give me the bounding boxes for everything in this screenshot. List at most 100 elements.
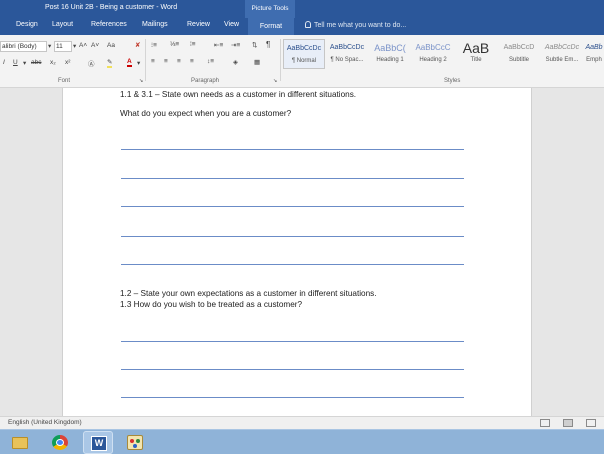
style-preview: AaB bbox=[462, 40, 490, 56]
style-preview: AaBbCcD bbox=[503, 44, 535, 51]
doc-heading-1-2[interactable]: 1.2 – State your own expectations as a c… bbox=[120, 289, 377, 298]
lightbulb-icon bbox=[305, 21, 311, 28]
numbering-icon[interactable]: ⅓≡ bbox=[170, 41, 179, 48]
paragraph-dialog-launcher-icon[interactable]: ↘ bbox=[273, 78, 277, 84]
bullets-icon[interactable]: ⁝≡ bbox=[151, 41, 157, 49]
style-preview: AaBbC( bbox=[374, 43, 406, 53]
shading-icon[interactable]: ◈ bbox=[233, 58, 238, 66]
grow-font-button[interactable]: A˄ bbox=[79, 42, 87, 49]
style-preview: AaBbCcDc bbox=[329, 44, 365, 51]
doc-question-expect[interactable]: What do you expect when you are a custom… bbox=[120, 109, 291, 118]
word-icon: W bbox=[91, 436, 107, 451]
align-right-icon[interactable]: ≡ bbox=[177, 58, 181, 65]
style-subtitle[interactable]: AaBbCcD Subtitle bbox=[498, 39, 540, 69]
style-normal[interactable]: AaBbCcDc ¶ Normal bbox=[283, 39, 325, 69]
answer-line[interactable] bbox=[121, 236, 464, 237]
ribbon-separator bbox=[280, 39, 281, 81]
status-bar: English (United Kingdom) bbox=[0, 416, 604, 429]
tab-references[interactable]: References bbox=[91, 21, 127, 28]
style-emphasis[interactable]: AaBb Emph bbox=[584, 39, 604, 69]
answer-line[interactable] bbox=[121, 149, 464, 150]
answer-line[interactable] bbox=[121, 206, 464, 207]
align-center-icon[interactable]: ≡ bbox=[164, 58, 168, 65]
italic-button[interactable]: I bbox=[3, 59, 5, 66]
borders-icon[interactable]: ▦ bbox=[254, 58, 260, 66]
chrome-center bbox=[56, 439, 64, 446]
underline-dropdown-icon[interactable]: ▾ bbox=[23, 59, 26, 67]
tab-layout[interactable]: Layout bbox=[52, 21, 73, 28]
font-size-value: 11 bbox=[56, 43, 63, 50]
shrink-font-button[interactable]: A˅ bbox=[91, 42, 99, 49]
tell-me-box[interactable]: Tell me what you want to do... bbox=[305, 21, 406, 29]
change-case-button[interactable]: Aa bbox=[107, 42, 115, 49]
font-dialog-launcher-icon[interactable]: ↘ bbox=[139, 78, 143, 84]
increase-indent-icon[interactable]: ⇥≡ bbox=[231, 41, 240, 49]
font-color-dropdown-icon[interactable]: ▾ bbox=[137, 59, 140, 67]
superscript-button[interactable]: x² bbox=[65, 59, 70, 66]
style-no-spacing[interactable]: AaBbCcDc ¶ No Spac... bbox=[326, 39, 368, 69]
paint-dot bbox=[130, 439, 134, 443]
align-left-icon[interactable]: ≡ bbox=[151, 58, 155, 65]
style-heading-1[interactable]: AaBbC( Heading 1 bbox=[369, 39, 411, 69]
font-size-box[interactable]: 11 bbox=[54, 41, 72, 52]
line-spacing-icon[interactable]: ↕≡ bbox=[207, 58, 214, 65]
title-bar: Post 16 Unit 2B - Being a customer - Wor… bbox=[0, 0, 604, 18]
doc-heading-1-1-3-1[interactable]: 1.1 & 3.1 – State own needs as a custome… bbox=[120, 90, 356, 99]
tell-me-text: Tell me what you want to do... bbox=[314, 22, 407, 29]
answer-line[interactable] bbox=[121, 341, 464, 342]
clear-formatting-button[interactable]: ✘ bbox=[135, 41, 140, 49]
style-subtle-emphasis[interactable]: AaBbCcDc Subtle Em... bbox=[541, 39, 583, 69]
chrome-taskbar-button[interactable] bbox=[45, 431, 75, 454]
document-area: 1.1 & 3.1 – State own needs as a custome… bbox=[0, 88, 604, 416]
underline-button[interactable]: U bbox=[13, 59, 18, 66]
word-taskbar-button[interactable]: W bbox=[83, 431, 113, 454]
answer-line[interactable] bbox=[121, 178, 464, 179]
ribbon-tabs: Design Layout References Mailings Review… bbox=[0, 18, 604, 35]
multilevel-list-icon[interactable]: ⁞≡ bbox=[190, 41, 196, 48]
print-layout-view-icon[interactable] bbox=[563, 419, 573, 427]
show-formatting-button[interactable]: ¶ bbox=[266, 40, 270, 49]
tab-design[interactable]: Design bbox=[16, 21, 38, 28]
read-mode-view-icon[interactable] bbox=[540, 419, 550, 427]
font-size-dropdown-icon[interactable]: ▾ bbox=[73, 42, 76, 50]
font-name-box[interactable]: alibri (Body) bbox=[0, 41, 47, 52]
paint-taskbar-button[interactable] bbox=[120, 431, 150, 454]
strikethrough-button[interactable]: abc bbox=[31, 59, 41, 66]
doc-question-treated[interactable]: 1.3 How do you wish to be treated as a c… bbox=[120, 300, 302, 309]
tab-review[interactable]: Review bbox=[187, 21, 210, 28]
sort-icon[interactable]: ⇅ bbox=[252, 41, 257, 49]
answer-line[interactable] bbox=[121, 264, 464, 265]
font-name-dropdown-icon[interactable]: ▾ bbox=[48, 42, 51, 50]
group-label-paragraph: Paragraph bbox=[191, 78, 220, 84]
style-preview: AaBbCcDc bbox=[286, 45, 322, 52]
tab-mailings[interactable]: Mailings bbox=[142, 21, 168, 28]
subscript-button[interactable]: x₂ bbox=[50, 59, 56, 66]
font-color-button[interactable]: A bbox=[127, 58, 132, 67]
style-heading-2[interactable]: AaBbCcC Heading 2 bbox=[412, 39, 454, 69]
language-indicator[interactable]: English (United Kingdom) bbox=[8, 419, 82, 426]
tab-format[interactable]: Format bbox=[248, 18, 294, 35]
document-page[interactable]: 1.1 & 3.1 – State own needs as a custome… bbox=[62, 88, 532, 416]
ribbon-separator bbox=[145, 39, 146, 81]
style-preview: AaBb bbox=[585, 44, 603, 51]
paint-dot bbox=[133, 444, 137, 448]
highlight-icon[interactable]: ✎ bbox=[107, 58, 113, 68]
style-name: Emph bbox=[586, 57, 602, 63]
decrease-indent-icon[interactable]: ⇤≡ bbox=[214, 41, 223, 49]
style-name: Heading 2 bbox=[419, 57, 447, 63]
style-name: ¶ No Spac... bbox=[330, 57, 364, 63]
file-explorer-taskbar-button[interactable] bbox=[5, 431, 35, 454]
font-name-value: alibri (Body) bbox=[2, 43, 37, 50]
tab-view[interactable]: View bbox=[224, 21, 239, 28]
answer-line[interactable] bbox=[121, 369, 464, 370]
style-name: Subtle Em... bbox=[545, 57, 579, 63]
justify-icon[interactable]: ≡ bbox=[190, 58, 194, 65]
web-layout-view-icon[interactable] bbox=[586, 419, 596, 427]
picture-tools-label: Picture Tools bbox=[245, 0, 295, 18]
style-title[interactable]: AaB Title bbox=[455, 39, 497, 69]
folder-icon bbox=[12, 437, 28, 449]
text-effects-icon[interactable]: Ⓐ bbox=[88, 58, 95, 68]
answer-line[interactable] bbox=[121, 397, 464, 398]
paint-dot bbox=[136, 439, 140, 443]
style-preview: AaBbCcDc bbox=[544, 44, 580, 51]
